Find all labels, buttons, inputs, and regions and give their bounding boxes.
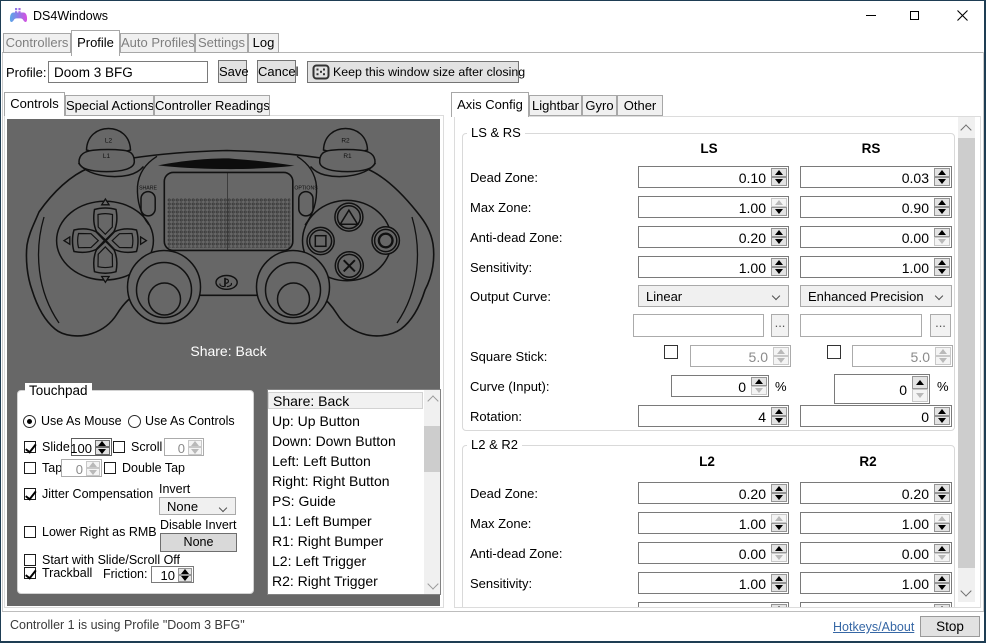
svg-text:L1: L1 [103,153,111,160]
svg-text:OPTIONS: OPTIONS [294,186,318,192]
svg-text:SHARE: SHARE [139,186,157,192]
svg-text:R1: R1 [343,153,352,160]
svg-text:L2: L2 [105,138,113,145]
svg-text:R2: R2 [341,138,350,145]
